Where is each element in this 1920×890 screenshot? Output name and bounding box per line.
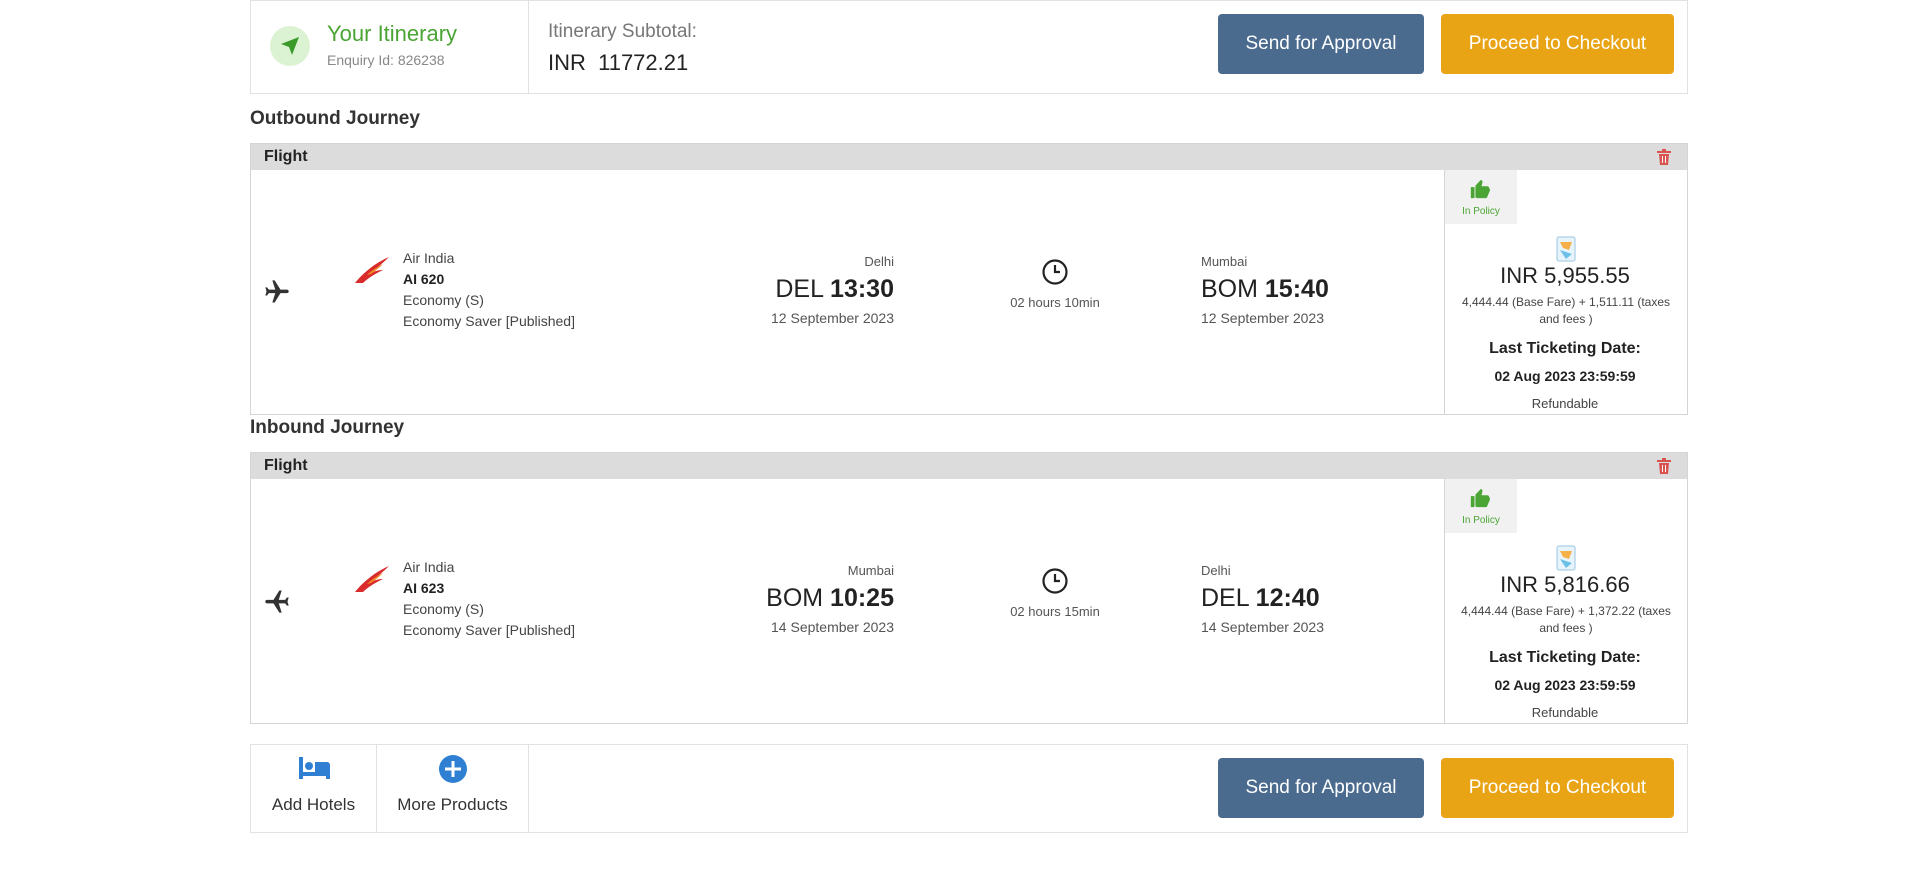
flight-card-label: Flight xyxy=(264,457,308,474)
refund-status: Refundable xyxy=(1531,396,1599,411)
more-products-button[interactable]: More Products xyxy=(377,745,529,832)
airline-name: Air India xyxy=(403,559,455,575)
departure-code: BOM xyxy=(766,584,824,612)
last-ticketing-label: Last Ticketing Date: xyxy=(1489,340,1641,357)
add-hotels-button[interactable]: Add Hotels xyxy=(251,745,377,832)
departure-code: DEL xyxy=(775,275,824,303)
arrival-date: 14 September 2023 xyxy=(1201,619,1324,635)
itinerary-header: Your Itinerary Enquiry Id: 826238 Itiner… xyxy=(250,0,1688,94)
navigation-arrow-icon xyxy=(270,26,310,66)
flight-card-header: Flight xyxy=(251,144,1687,170)
arrival-block: Mumbai BOM 15:40 12 September 2023 xyxy=(1201,254,1401,326)
fare-total: INR 5,816.66 xyxy=(1500,572,1630,597)
send-for-approval-button[interactable]: Send for Approval xyxy=(1218,14,1424,74)
refund-status: Refundable xyxy=(1531,705,1599,720)
departure-time: BOM 10:25 xyxy=(694,584,894,613)
departure-date: 14 September 2023 xyxy=(771,619,894,635)
last-ticketing-date: 02 Aug 2023 23:59:59 xyxy=(1494,368,1636,384)
outbound-journey-title: Outbound Journey xyxy=(250,108,420,129)
air-india-logo xyxy=(355,257,389,283)
fare-breakdown: 4,444.44 (Base Fare) + 1,511.11 (taxes a… xyxy=(1461,295,1670,326)
arrival-block: Delhi DEL 12:40 14 September 2023 xyxy=(1201,563,1401,635)
last-ticketing-date: 02 Aug 2023 23:59:59 xyxy=(1494,677,1636,693)
policy-badge: In Policy xyxy=(1445,170,1517,224)
departure-city: Delhi xyxy=(864,254,894,269)
fare-type: Economy Saver [Published] xyxy=(403,313,575,329)
clock-icon xyxy=(1042,568,1068,594)
flight-card-body: Air India AI 623 Economy (S) Economy Sav… xyxy=(251,479,1687,723)
proceed-to-checkout-button[interactable]: Proceed to Checkout xyxy=(1441,758,1674,818)
trash-icon[interactable] xyxy=(1657,149,1671,165)
subtotal-value: INR 11772.21 xyxy=(548,50,689,75)
duration-block: 02 hours 10min xyxy=(995,258,1115,310)
fare-panel: In Policy INR 5,955.55 4,444.44 (Base Fa… xyxy=(1444,170,1687,414)
send-for-approval-button[interactable]: Send for Approval xyxy=(1218,758,1424,818)
fare-info-icon xyxy=(1556,236,1576,262)
duration-block: 02 hours 15min xyxy=(995,567,1115,619)
policy-status: In Policy xyxy=(1462,206,1500,217)
trash-icon[interactable] xyxy=(1657,458,1671,474)
arrival-city: Mumbai xyxy=(1201,254,1248,269)
more-products-label: More Products xyxy=(397,795,508,814)
departure-city: Mumbai xyxy=(847,563,894,578)
flight-card-header: Flight xyxy=(251,453,1687,479)
add-hotels-label: Add Hotels xyxy=(271,795,356,814)
thumbs-up-icon xyxy=(1470,488,1491,508)
thumbs-up-icon xyxy=(1470,179,1491,199)
cabin-class: Economy (S) xyxy=(403,292,484,308)
subtotal-label: Itinerary Subtotal: xyxy=(548,21,697,42)
flight-duration: 02 hours 15min xyxy=(1010,604,1100,619)
airplane-icon xyxy=(265,590,289,613)
arrival-code: DEL xyxy=(1201,584,1249,612)
enquiry-id: Enquiry Id: 826238 xyxy=(327,52,445,68)
departure-block: Mumbai BOM 10:25 14 September 2023 xyxy=(694,563,894,635)
proceed-to-checkout-button[interactable]: Proceed to Checkout xyxy=(1441,14,1674,74)
flight-card-label: Flight xyxy=(264,148,308,165)
flight-number: AI 620 xyxy=(403,271,445,287)
departure-date: 12 September 2023 xyxy=(771,310,894,326)
arrival-hour: 15:40 xyxy=(1264,275,1329,303)
last-ticketing-label: Last Ticketing Date: xyxy=(1489,649,1641,666)
fare-type: Economy Saver [Published] xyxy=(403,622,575,638)
bed-icon xyxy=(299,757,330,779)
flight-card-body: Air India AI 620 Economy (S) Economy Sav… xyxy=(251,170,1687,414)
flight-details: Air India AI 620 Economy (S) Economy Sav… xyxy=(403,248,575,332)
arrival-time: DEL 12:40 xyxy=(1201,584,1401,613)
policy-badge: In Policy xyxy=(1445,479,1517,533)
outbound-flight-card: Flight Air India AI 620 Economy (S) Econ… xyxy=(250,143,1688,415)
departure-time: DEL 13:30 xyxy=(694,275,894,304)
airline-name: Air India xyxy=(403,250,455,266)
flight-duration: 02 hours 10min xyxy=(1010,295,1100,310)
fare-panel: In Policy INR 5,816.66 4,444.44 (Base Fa… xyxy=(1444,479,1687,723)
fare-total: INR 5,955.55 xyxy=(1500,263,1630,288)
itinerary-footer: Add Hotels More Products Send for Approv… xyxy=(250,744,1688,833)
departure-hour: 10:25 xyxy=(830,584,894,612)
arrival-hour: 12:40 xyxy=(1255,584,1320,612)
arrival-time: BOM 15:40 xyxy=(1201,275,1401,304)
air-india-logo xyxy=(355,566,389,592)
cabin-class: Economy (S) xyxy=(403,601,484,617)
airplane-icon xyxy=(265,280,289,303)
arrival-city: Delhi xyxy=(1201,563,1231,578)
itinerary-title: Your Itinerary xyxy=(327,21,458,46)
inbound-flight-card: Flight Air India AI 623 Economy (S) Econ… xyxy=(250,452,1688,724)
itinerary-summary: Your Itinerary Enquiry Id: 826238 xyxy=(251,1,529,93)
arrival-code: BOM xyxy=(1201,275,1258,303)
plus-circle-icon xyxy=(439,755,467,783)
departure-hour: 13:30 xyxy=(830,275,894,303)
arrival-date: 12 September 2023 xyxy=(1201,310,1324,326)
fare-breakdown: 4,444.44 (Base Fare) + 1,372.22 (taxes a… xyxy=(1461,604,1671,635)
flight-details: Air India AI 623 Economy (S) Economy Sav… xyxy=(403,557,575,641)
policy-status: In Policy xyxy=(1462,515,1500,526)
fare-info-icon xyxy=(1556,545,1576,571)
flight-number: AI 623 xyxy=(403,580,445,596)
clock-icon xyxy=(1042,259,1068,285)
departure-block: Delhi DEL 13:30 12 September 2023 xyxy=(694,254,894,326)
inbound-journey-title: Inbound Journey xyxy=(250,417,405,438)
